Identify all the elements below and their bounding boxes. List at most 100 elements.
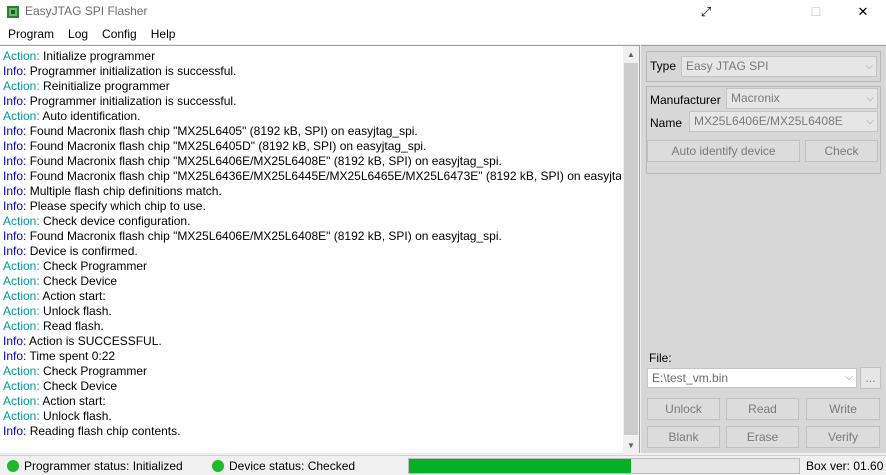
window-title: EasyJTAG SPI Flasher — [25, 4, 148, 18]
log-line: Action: Action start: — [3, 394, 621, 409]
log-tag: Info: — [3, 349, 27, 363]
log-line: Info: Found Macronix flash chip "MX25L64… — [3, 154, 621, 169]
progress-fill — [409, 459, 632, 473]
chevron-down-icon: ⌵ — [845, 372, 853, 383]
log-line: Action: Check device configuration. — [3, 214, 621, 229]
auto-identify-button[interactable]: Auto identify device — [647, 140, 800, 162]
log-message: Programmer initialization is successful. — [26, 94, 237, 108]
restore-button[interactable]: ⤢ — [683, 0, 729, 24]
log-tag: Action: — [3, 289, 40, 303]
log-line: Action: Unlock flash. — [3, 304, 621, 319]
log-message: Action start: — [39, 289, 106, 303]
log-line: Action: Check Device — [3, 274, 621, 289]
scroll-thumb[interactable] — [624, 63, 638, 435]
log-tag: Info: — [3, 124, 27, 138]
file-path-value: E:\test_vm.bin — [652, 371, 729, 385]
box-version: Box ver: 01.60 — [806, 459, 884, 473]
log-tag: Action: — [3, 409, 40, 423]
restore-icon: ⤢ — [700, 4, 712, 19]
log-line: Info: Action is SUCCESSFUL. — [3, 334, 621, 349]
log-list: Action: Initialize programmer Info: Progr… — [3, 49, 621, 449]
manufacturer-label: Manufacturer — [650, 93, 721, 107]
log-message: Please specify which chip to use. — [26, 199, 206, 213]
log-message: Programmer initialization is successful. — [26, 64, 237, 78]
log-line: Info: Programmer initialization is succe… — [3, 94, 621, 109]
log-line: Info: Found Macronix flash chip "MX25L64… — [3, 229, 621, 244]
log-panel[interactable]: Action: Initialize programmer Info: Progr… — [0, 45, 640, 453]
log-tag: Info: — [3, 169, 27, 183]
log-message: Found Macronix flash chip "MX25L6405D" (… — [26, 139, 427, 153]
log-message: Found Macronix flash chip "MX25L6406E/MX… — [26, 154, 502, 168]
log-line: Action: Check Programmer — [3, 364, 621, 379]
scroll-up-icon[interactable]: ▲ — [623, 46, 639, 62]
log-tag: Action: — [3, 304, 40, 318]
log-message: Action is SUCCESSFUL. — [26, 334, 162, 348]
log-tag: Info: — [3, 244, 27, 258]
title-bar: EasyJTAG SPI Flasher ⤢ ☐ ✕ — [0, 0, 886, 24]
log-line: Info: Please specify which chip to use. — [3, 199, 621, 214]
log-line: Action: Auto identification. — [3, 109, 621, 124]
log-message: Check device configuration. — [39, 214, 191, 228]
chevron-down-icon: ⌵ — [865, 61, 873, 72]
browse-button[interactable]: ... — [860, 367, 881, 389]
device-status-icon — [212, 460, 224, 472]
maximize-icon: ☐ — [810, 5, 822, 19]
log-line: Action: Action start: — [3, 289, 621, 304]
blank-button[interactable]: Blank — [647, 426, 720, 448]
log-line: Info: Found Macronix flash chip "MX25L64… — [3, 124, 621, 139]
log-tag: Action: — [3, 379, 40, 393]
log-tag: Info: — [3, 139, 27, 153]
log-message: Found Macronix flash chip "MX25L6405" (8… — [26, 124, 418, 138]
chevron-down-icon: ⌵ — [866, 116, 874, 127]
chip-name-value: MX25L6406E/MX25L6408E — [694, 114, 843, 128]
menu-help[interactable]: Help — [144, 24, 183, 44]
log-line: Action: Reinitialize programmer — [3, 79, 621, 94]
log-message: Check Device — [39, 274, 118, 288]
log-message: Found Macronix flash chip "MX25L6436E/MX… — [26, 169, 621, 183]
chip-name-select[interactable]: MX25L6406E/MX25L6408E ⌵ — [689, 111, 878, 132]
type-group: Type Easy JTAG SPI ⌵ — [646, 51, 881, 82]
read-button[interactable]: Read — [726, 398, 799, 420]
menu-bar: Program Log Config Help — [0, 24, 886, 44]
manufacturer-select[interactable]: Macronix ⌵ — [726, 88, 878, 109]
type-value: Easy JTAG SPI — [686, 59, 769, 73]
check-button[interactable]: Check — [805, 140, 878, 162]
log-tag: Info: — [3, 154, 27, 168]
log-line: Info: Device is confirmed. — [3, 244, 621, 259]
log-tag: Action: — [3, 319, 40, 333]
menu-program[interactable]: Program — [1, 24, 61, 44]
log-message: Reading flash chip contents. — [26, 424, 181, 438]
log-line: Action: Check Device — [3, 379, 621, 394]
file-path-select[interactable]: E:\test_vm.bin ⌵ — [647, 368, 857, 388]
log-scrollbar[interactable]: ▲ ▼ — [623, 46, 639, 453]
log-message: Unlock flash. — [39, 304, 112, 318]
maximize-button[interactable]: ☐ — [793, 0, 839, 24]
menu-config[interactable]: Config — [95, 24, 144, 44]
log-tag: Info: — [3, 184, 27, 198]
verify-button[interactable]: Verify — [806, 426, 880, 448]
unlock-button[interactable]: Unlock — [647, 398, 720, 420]
log-tag: Info: — [3, 334, 27, 348]
log-tag: Action: — [3, 259, 40, 273]
log-tag: Action: — [3, 364, 40, 378]
log-line: Info: Time spent 0:22 — [3, 349, 621, 364]
write-button[interactable]: Write — [806, 398, 880, 420]
log-tag: Action: — [3, 79, 40, 93]
log-tag: Action: — [3, 109, 40, 123]
log-message: Check Programmer — [39, 364, 148, 378]
scroll-down-icon[interactable]: ▼ — [623, 437, 639, 453]
menu-log[interactable]: Log — [61, 24, 95, 44]
programmer-status-icon — [7, 460, 19, 472]
log-message: Initialize programmer — [39, 49, 156, 63]
log-line: Info: Multiple flash chip definitions ma… — [3, 184, 621, 199]
log-message: Multiple flash chip definitions match. — [26, 184, 222, 198]
log-message: Read flash. — [39, 319, 104, 333]
close-icon: ✕ — [857, 4, 869, 19]
log-message: Auto identification. — [39, 109, 141, 123]
erase-button[interactable]: Erase — [726, 426, 799, 448]
log-message: Check Programmer — [39, 259, 148, 273]
device-panel: Type Easy JTAG SPI ⌵ Manufacturer Macron… — [641, 45, 886, 453]
chevron-down-icon: ⌵ — [866, 93, 874, 104]
close-button[interactable]: ✕ — [840, 0, 886, 24]
type-select[interactable]: Easy JTAG SPI ⌵ — [681, 56, 877, 77]
